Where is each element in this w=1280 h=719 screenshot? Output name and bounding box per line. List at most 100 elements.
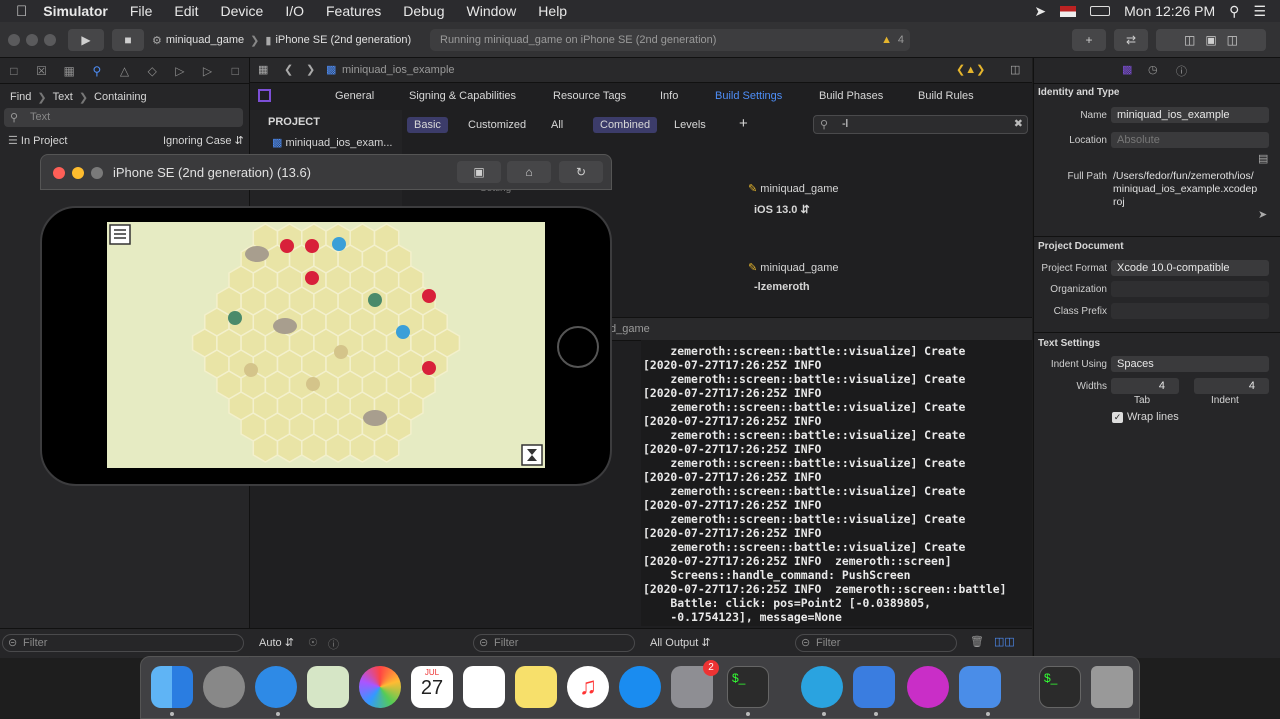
telegram-icon[interactable] xyxy=(801,666,843,708)
indent-width-stepper[interactable]: 4 xyxy=(1194,378,1269,394)
tab-info[interactable]: Info xyxy=(660,90,678,102)
menu-io[interactable]: I/O xyxy=(285,3,304,19)
report-icon[interactable]: □ xyxy=(221,64,249,78)
find-type[interactable]: Text xyxy=(53,91,73,104)
notification-center-icon[interactable]: ☰ xyxy=(1253,3,1266,20)
menu-help[interactable]: Help xyxy=(538,3,567,19)
game-unit[interactable] xyxy=(244,363,258,377)
iphone-home-button[interactable] xyxy=(557,326,599,368)
file-inspector-icon[interactable]: ▩ xyxy=(1122,63,1132,76)
trash-icon[interactable]: 🗑 xyxy=(970,635,984,648)
tab-build-settings[interactable]: Build Settings xyxy=(715,90,782,102)
issue-icon[interactable]: △ xyxy=(111,64,139,78)
filter-customized[interactable]: Customized xyxy=(461,117,533,133)
game-unit[interactable] xyxy=(280,239,294,253)
library-button[interactable]: + xyxy=(1072,29,1106,51)
flag-icon[interactable] xyxy=(1060,5,1077,17)
xcode-icon[interactable] xyxy=(853,666,895,708)
search-icon[interactable]: ⚲ xyxy=(83,64,111,78)
output-selector[interactable]: All Output ⇵ xyxy=(650,636,711,649)
launchpad-icon[interactable] xyxy=(203,666,245,708)
warning-count[interactable]: 4 xyxy=(898,34,904,46)
organization-field[interactable] xyxy=(1111,281,1269,297)
rotate-button[interactable]: ↻ xyxy=(559,161,603,183)
close-window-button[interactable] xyxy=(8,34,20,46)
history-icon[interactable]: ◷ xyxy=(1148,63,1158,76)
finder-icon[interactable] xyxy=(151,666,193,708)
system-preferences-icon[interactable]: 2 xyxy=(671,660,719,708)
zoom-window-button[interactable] xyxy=(44,34,56,46)
project-format-select[interactable]: Xcode 10.0-compatible xyxy=(1111,260,1269,276)
grid-icon[interactable]: ▦ xyxy=(258,63,268,76)
sim-close-button[interactable] xyxy=(53,167,65,179)
music-icon[interactable]: ♫ xyxy=(567,666,609,708)
setting-value-1[interactable]: iOS 13.0 ⇵ xyxy=(754,203,810,216)
tab-build-rules[interactable]: Build Rules xyxy=(918,90,974,102)
navigator-filter-input[interactable]: ⊝ Filter xyxy=(2,634,244,652)
reminders-icon[interactable] xyxy=(463,666,505,708)
feedback-assistant-icon[interactable] xyxy=(907,666,949,708)
build-settings-search[interactable]: ⚲ -l ✖ xyxy=(813,115,1028,134)
back-icon[interactable]: ❮ xyxy=(284,63,293,76)
indent-using-select[interactable]: Spaces xyxy=(1111,356,1269,372)
terminal-icon[interactable]: $_ xyxy=(727,666,769,708)
calendar-icon[interactable]: JUL 27 xyxy=(411,666,453,708)
sim-zoom-button[interactable] xyxy=(91,167,103,179)
menu-features[interactable]: Features xyxy=(326,3,381,19)
source-control-icon[interactable]: ☒ xyxy=(28,64,56,78)
hex-tile[interactable] xyxy=(434,328,461,358)
stop-button[interactable]: ■ xyxy=(112,29,144,51)
filter-all[interactable]: All xyxy=(544,117,570,133)
issue-nav-icon[interactable]: ❮▲❯ xyxy=(956,63,985,76)
menu-file[interactable]: File xyxy=(130,3,153,19)
photos-icon[interactable] xyxy=(359,666,401,708)
layout-toggles[interactable]: ◫ ▣ ◫ xyxy=(1156,29,1266,51)
menu-device[interactable]: Device xyxy=(221,3,264,19)
clear-search-icon[interactable]: ✖ xyxy=(1014,117,1023,130)
auto-selector[interactable]: Auto ⇵ xyxy=(259,636,294,649)
game-unit[interactable] xyxy=(332,237,346,251)
telegram-status-icon[interactable]: ➤ xyxy=(1034,3,1046,20)
split-editor-icon[interactable]: ◫ xyxy=(1010,63,1020,76)
sim-minimize-button[interactable] xyxy=(72,167,84,179)
find-match[interactable]: Containing xyxy=(94,91,147,104)
folder-icon[interactable]: □ xyxy=(0,64,28,78)
game-unit[interactable] xyxy=(396,325,410,339)
test-icon[interactable]: ◇ xyxy=(138,64,166,78)
jump-bar-breadcrumb[interactable]: miniquad_ios_example xyxy=(342,64,455,76)
trash-dock-icon[interactable] xyxy=(1091,666,1133,708)
breakpoint-icon[interactable]: ▷ xyxy=(194,64,222,78)
add-setting-button[interactable]: + xyxy=(732,116,755,132)
spotlight-icon[interactable]: ⚲ xyxy=(1229,3,1239,20)
hex-grid[interactable] xyxy=(191,223,461,463)
screenshot-button[interactable]: ▣ xyxy=(457,161,501,183)
maps-icon[interactable] xyxy=(307,666,349,708)
notes-icon[interactable] xyxy=(515,666,557,708)
menu-debug[interactable]: Debug xyxy=(403,3,444,19)
tab-resource-tags[interactable]: Resource Tags xyxy=(553,90,626,102)
tab-general[interactable]: General xyxy=(335,90,374,102)
game-unit[interactable] xyxy=(334,345,348,359)
debug-icon[interactable]: ▷ xyxy=(166,64,194,78)
find-mode[interactable]: Find xyxy=(10,91,31,104)
target-selector-icon[interactable] xyxy=(258,89,271,102)
class-prefix-field[interactable] xyxy=(1111,303,1269,319)
help-icon[interactable]: ⓘ xyxy=(1176,63,1187,79)
console-filter-input[interactable]: ⊝ Filter xyxy=(795,634,957,652)
tab-signing[interactable]: Signing & Capabilities xyxy=(409,90,516,102)
run-button[interactable]: ▶ xyxy=(68,29,104,51)
game-screen[interactable] xyxy=(107,222,545,468)
eye-icon[interactable]: ☉ xyxy=(308,636,318,649)
home-button[interactable]: ⌂ xyxy=(507,161,551,183)
game-unit[interactable] xyxy=(305,239,319,253)
wrap-lines-checkbox[interactable]: ✓ Wrap lines xyxy=(1112,411,1179,423)
filter-basic[interactable]: Basic xyxy=(407,117,448,133)
name-field[interactable]: miniquad_ios_example xyxy=(1111,107,1269,123)
apple-icon[interactable]:  xyxy=(16,3,27,20)
game-unit[interactable] xyxy=(422,361,436,375)
reveal-arrow-icon[interactable]: ➤ xyxy=(1258,208,1267,221)
menu-window[interactable]: Window xyxy=(467,3,517,19)
tab-width-stepper[interactable]: 4 xyxy=(1111,378,1179,394)
game-unit[interactable] xyxy=(422,289,436,303)
game-unit[interactable] xyxy=(228,311,242,325)
